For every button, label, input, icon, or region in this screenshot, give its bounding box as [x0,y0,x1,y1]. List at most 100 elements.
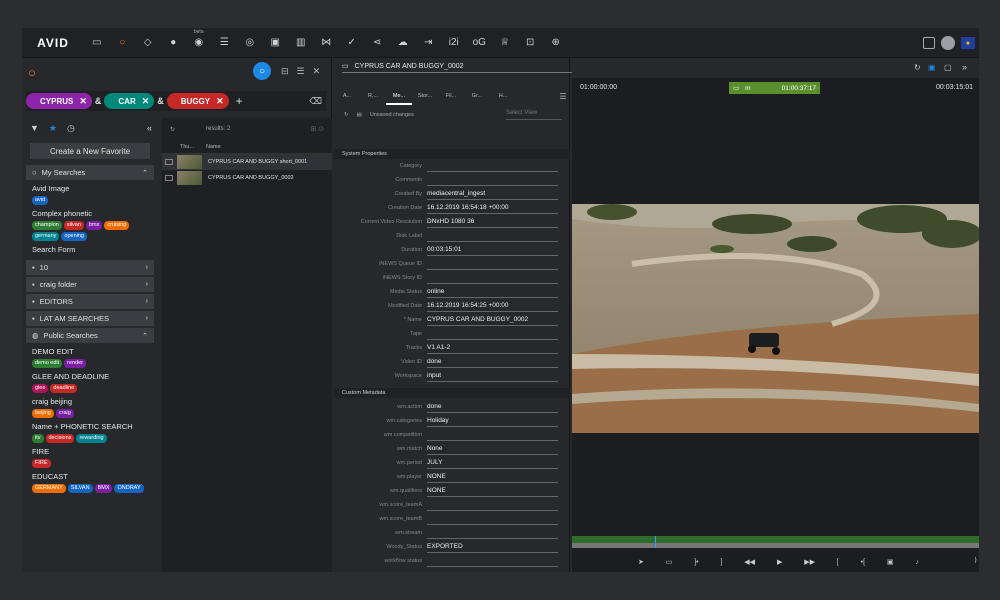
filter-options-icon[interactable]: ⊟ [281,66,289,77]
favorite-item[interactable]: GLEE AND DEADLINE glee deadline [26,368,154,393]
favorite-item[interactable]: FIRE FIRE [26,443,154,468]
playhead[interactable] [655,536,656,548]
field-value[interactable]: JULY [427,458,558,469]
avatar[interactable] [941,36,955,50]
field-value[interactable]: input [427,371,558,382]
remove-chip-icon[interactable]: ✕ [142,96,150,107]
view-options-icon[interactable]: ⊞ ⊙ [310,125,324,133]
metadata-tab[interactable]: Fil... [438,93,464,99]
field-value[interactable]: done [427,402,558,413]
mark-in-icon[interactable]: ]• [694,559,698,566]
folder-item[interactable]: ▪ EDITORS › [26,294,154,309]
eu-flag-icon[interactable]: ★ [961,37,975,49]
filter-icon[interactable]: ▼ [30,123,39,133]
my-searches-header[interactable]: ○ My Searches ⌃ [26,165,154,180]
monitor-icon[interactable]: ▣ [263,28,289,58]
sequence-icon[interactable]: ☰ [212,28,238,58]
search-icon[interactable]: ○ [110,28,136,58]
field-value[interactable] [427,161,558,172]
favorite-item[interactable]: Avid Image avid [26,180,154,205]
field-value[interactable] [427,500,558,511]
metadata-tab[interactable]: Gr... [464,93,490,99]
table-row[interactable]: CYPRUS CAR AND BUGGY_0002 [162,170,332,186]
trophy-icon[interactable]: ♕ [492,28,518,58]
remove-chip-icon[interactable]: ✕ [216,96,224,107]
mark-out-icon[interactable]: ] [720,559,722,566]
audio-icon[interactable]: ♪ [915,559,919,566]
col-thumbnail[interactable]: Thu... [162,144,206,150]
collapse-icon[interactable]: « [147,123,152,133]
i2i-button[interactable]: i2i [441,28,467,58]
favorite-item[interactable]: Name + PHONETIC SEARCH itv decisions reward… [26,418,154,443]
favorite-item[interactable]: craig beijing beijing craig [26,393,154,418]
field-value[interactable]: NONE [427,472,558,483]
timeline[interactable] [572,536,979,548]
share-icon[interactable]: ⋖ [365,28,391,58]
chip-car[interactable]: CAR ✕ [104,93,155,109]
favorite-item[interactable]: DEMO EDIT demo edit render [26,343,154,368]
timecode-mode[interactable]: m [745,85,750,92]
more-icon[interactable]: ⟩ [974,556,977,564]
export-icon[interactable]: ⇥ [416,28,442,58]
public-searches-header[interactable]: ◍ Public Searches ⌃ [26,328,154,343]
folder-icon[interactable]: ▭ [84,28,110,58]
folder-item[interactable]: ▪ LAT AM SEARCHES › [26,311,154,326]
table-row[interactable]: CYPRUS CAR AND BUGGY short_0001 [162,154,332,170]
metadata-tab[interactable]: R,... [360,93,386,99]
refresh-icon[interactable]: ↻ [914,63,921,72]
user-icon[interactable]: ● [161,28,187,58]
field-value[interactable] [427,528,558,539]
field-value[interactable]: done [427,357,558,368]
field-value[interactable]: V1 A1-2 [427,343,558,354]
field-value[interactable]: 16.12.2019 16:54:18 +00:00 [427,203,558,214]
field-value[interactable]: online [427,287,558,298]
connect-icon[interactable]: ⋈ [314,28,340,58]
browse-icon[interactable]: ◎ [237,28,263,58]
field-value[interactable]: DNxHD 1080 36 [427,217,558,228]
metadata-tab[interactable]: Me... [386,93,412,105]
expand-icon[interactable]: » [962,62,967,72]
remove-chip-icon[interactable]: ✕ [79,96,87,107]
overlay-icon[interactable]: ▣ [887,558,894,566]
step-forward-icon[interactable]: ▶▶ [804,558,815,566]
bins-icon[interactable]: ◇ [135,28,161,58]
field-value[interactable]: Holiday [427,416,558,427]
close-icon[interactable]: ✕ [313,66,321,77]
refresh-icon[interactable]: ↻ [344,112,349,118]
metadata-tab[interactable]: H... [490,93,516,99]
run-search-button[interactable]: ○ [253,62,271,80]
cloud-icon[interactable]: ☁ [390,28,416,58]
field-value[interactable]: 00:03:15:01 [427,245,558,256]
timeline-scrubber[interactable] [572,543,979,548]
play-icon[interactable]: ▶ [777,558,782,566]
folder-item[interactable]: ▪ craig folder › [26,277,154,292]
field-value[interactable]: NONE [427,486,558,497]
col-name[interactable]: Name [206,144,221,150]
go-in-icon[interactable]: [ [837,559,839,566]
metadata-tab[interactable]: Stor... [412,93,438,99]
field-value[interactable] [427,556,558,567]
storyboard-icon[interactable]: ▥ [288,28,314,58]
check-icon[interactable]: ✓ [339,28,365,58]
add-criteria-icon[interactable]: + [236,94,243,108]
field-value[interactable] [427,329,558,340]
field-value[interactable] [427,259,558,270]
create-favorite-button[interactable]: Create a New Favorite [30,143,150,159]
insert-icon[interactable]: •[ [861,559,865,566]
chat-icon[interactable]: beta ◉ [186,28,212,58]
chip-cyprus[interactable]: CYPRUS ✕ [26,93,92,109]
field-value[interactable] [427,273,558,284]
field-value[interactable]: mediacentral_ingest [427,189,558,200]
og-button[interactable]: oG [467,28,493,58]
loop-icon[interactable]: ▭ [666,558,673,566]
metadata-tab[interactable]: A... [334,93,360,99]
clear-search-icon[interactable]: ⌫ [309,96,322,107]
favorite-item[interactable]: EDUCAST GERMANY SILVAN BMX ONDRAY [26,468,154,493]
zoom-icon[interactable]: ⊕ [543,28,569,58]
field-value[interactable] [427,430,558,441]
field-value[interactable]: CYPRUS CAR AND BUGGY_0002 [427,315,558,326]
favorite-item[interactable]: Complex phonetic champion silvan bmx cruisin… [26,205,154,241]
video-frame[interactable] [572,204,979,433]
refresh-icon[interactable]: ↻ [170,126,175,133]
field-value[interactable]: 16.12.2019 16:54:25 +00:00 [427,301,558,312]
